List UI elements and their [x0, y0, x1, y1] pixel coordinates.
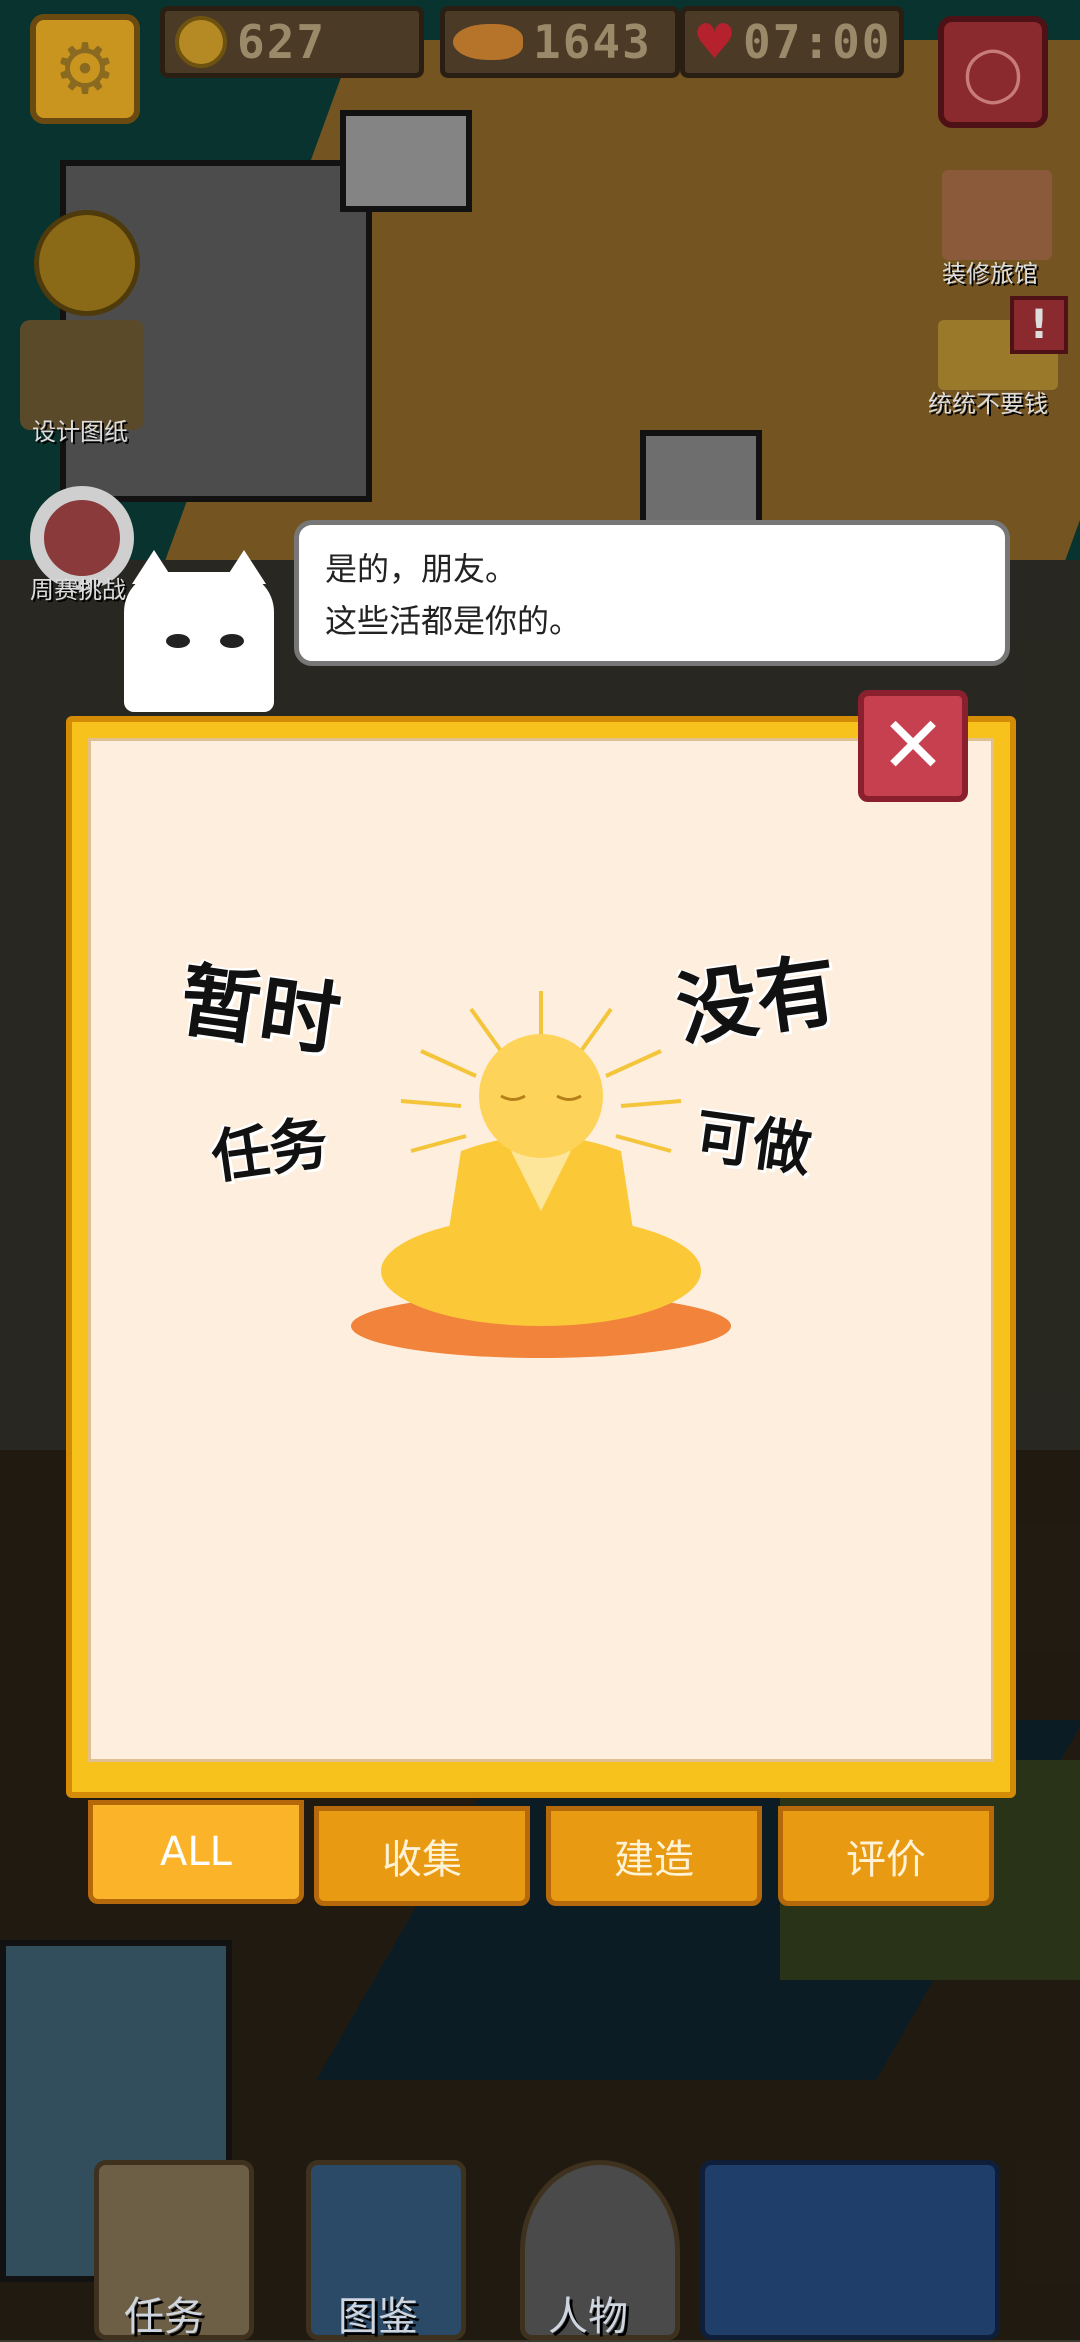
dialog-line-2: 这些活都是你的。 [325, 602, 582, 640]
coin-counter: 627 [160, 6, 424, 78]
empty-text-3: 任务 [207, 1108, 332, 1192]
fish-count: 1643 [533, 15, 652, 69]
catalog-label[interactable]: 图鉴 [338, 2284, 418, 2342]
energy-timer: ♥ 07:00 [680, 6, 904, 78]
empty-text-2: 没有 [671, 942, 843, 1058]
tab-build[interactable]: 建造 [546, 1806, 762, 1906]
tasks-label[interactable]: 任务 [124, 2284, 204, 2342]
seal-shop-button[interactable] [700, 2160, 1000, 2340]
hint-button[interactable]: ◯ [938, 16, 1048, 128]
meditating-monk-illustration [351, 991, 731, 1358]
lightbulb-icon: ◯ [962, 40, 1024, 104]
tab-review-label: 评价 [846, 1837, 926, 1883]
renovate-label[interactable]: 装修旅馆 [942, 254, 1038, 289]
free-label[interactable]: 统统不要钱 [928, 384, 1048, 419]
design-blueprint-label[interactable]: 设计图纸 [32, 412, 128, 447]
tab-all-label: ALL [160, 1829, 232, 1875]
close-icon: ✕ [880, 701, 946, 791]
close-button[interactable]: ✕ [858, 690, 968, 802]
tab-collect[interactable]: 收集 [314, 1806, 530, 1906]
cat-character [124, 550, 274, 712]
fish-counter: 1643 [440, 6, 680, 78]
timer-text: 07:00 [743, 15, 892, 69]
tab-collect-label: 收集 [382, 1837, 462, 1883]
trophy-icon[interactable] [34, 210, 140, 316]
empty-text-1: 暂时 [174, 952, 346, 1068]
task-panel: 暂时 没有 任务 可做 [66, 716, 1016, 1798]
task-panel-content: 暂时 没有 任务 可做 [88, 738, 994, 1762]
dialog-line-1: 是的，朋友。 [325, 550, 518, 588]
alert-icon: ! [1010, 296, 1068, 354]
fish-icon [453, 24, 523, 60]
tab-build-label: 建造 [614, 1837, 694, 1883]
gear-icon: ⚙ [53, 28, 117, 110]
tab-all[interactable]: ALL [88, 1800, 304, 1904]
characters-label[interactable]: 人物 [548, 2284, 628, 2342]
settings-button[interactable]: ⚙ [30, 14, 140, 124]
heart-icon: ♥ [693, 14, 737, 70]
coin-count: 627 [237, 15, 327, 69]
tab-review[interactable]: 评价 [778, 1806, 994, 1906]
gold-coin-icon [175, 16, 227, 68]
empty-text-4: 可做 [691, 1101, 816, 1185]
house-icon[interactable] [942, 170, 1052, 260]
speech-bubble: 是的，朋友。 这些活都是你的。 [294, 520, 1010, 666]
weekly-challenge-label[interactable]: 周赛挑战 [30, 570, 126, 605]
